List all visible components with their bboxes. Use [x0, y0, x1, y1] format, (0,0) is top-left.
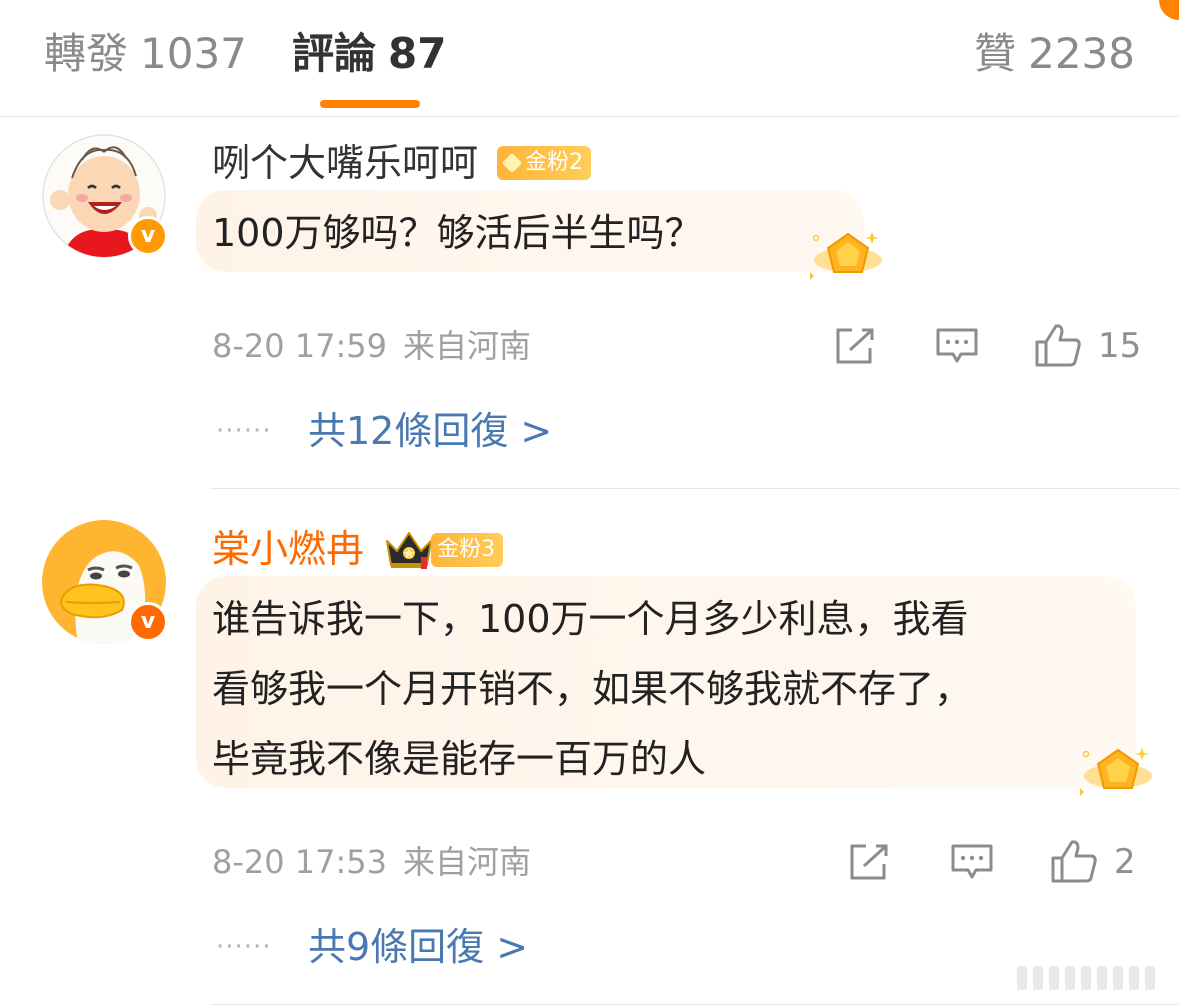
tab-comments-label: 評論: [292, 29, 377, 78]
comment-meta: 8-20 17:53 来自河南: [212, 840, 531, 884]
verified-badge-icon: v: [128, 602, 168, 642]
fan-level-badge-label: 金粉3: [431, 533, 504, 567]
comment-location: 来自河南: [403, 327, 532, 365]
comment-divider: [210, 488, 1179, 489]
avatar[interactable]: v: [42, 520, 168, 644]
comment-location: 来自河南: [403, 843, 532, 881]
fan-level-badge[interactable]: 金粉2: [497, 146, 592, 180]
reply-count-link: 共12條回復 >: [308, 409, 553, 453]
view-replies-link[interactable]: ······ 共12條回復 >: [216, 406, 552, 456]
like-count[interactable]: 2: [1114, 840, 1136, 884]
active-tab-indicator: [320, 100, 420, 108]
comment-icon[interactable]: [935, 326, 979, 366]
gold-gem-icon: [810, 232, 882, 280]
comment-time: 8-20 17:53: [212, 843, 388, 881]
fan-badge-label: 金粉3: [437, 537, 496, 562]
watermark-image: [1017, 966, 1155, 990]
comment-icon[interactable]: [950, 842, 994, 882]
tab-bar: 轉發 1037 評論 87 贊 2238: [0, 0, 1179, 117]
verified-badge-icon: v: [128, 216, 168, 256]
tab-likes-label: 贊: [974, 29, 1017, 78]
comment-text: 谁告诉我一下，100万一个月多少利息，我看 看够我一个月开销不，如果不够我就不存…: [212, 597, 973, 781]
tab-repost[interactable]: 轉發 1037: [44, 26, 247, 82]
share-icon[interactable]: [848, 842, 892, 882]
view-replies-link[interactable]: ······ 共9條回復 >: [216, 922, 528, 972]
username[interactable]: 棠小燃冉: [212, 524, 364, 574]
thumbs-up-icon[interactable]: [1034, 322, 1082, 368]
gold-gem-icon: [1080, 748, 1152, 796]
reply-dots: ······: [216, 932, 272, 962]
reply-count-link: 共9條回復 >: [308, 925, 529, 969]
name-row: 咧个大嘴乐呵呵 金粉2: [212, 138, 592, 188]
tab-repost-count: 1037: [140, 29, 247, 78]
reply-dots: ······: [216, 416, 272, 446]
avatar[interactable]: v: [42, 134, 168, 258]
comment-time: 8-20 17:59: [212, 327, 388, 365]
thumbs-up-icon[interactable]: [1050, 838, 1098, 884]
comment-divider: [210, 1004, 1179, 1005]
username[interactable]: 咧个大嘴乐呵呵: [212, 138, 478, 188]
tab-repost-label: 轉發: [44, 29, 129, 78]
share-icon[interactable]: [834, 326, 878, 366]
crown-icon: [386, 532, 433, 569]
tab-likes-count: 2238: [1028, 29, 1135, 78]
gem-icon: [501, 152, 523, 174]
tab-comments-count: 87: [388, 29, 447, 78]
name-row: 棠小燃冉 金粉3: [212, 524, 504, 574]
tab-likes[interactable]: 贊 2238: [974, 26, 1135, 82]
tab-comments[interactable]: 評論 87: [292, 26, 446, 82]
like-count[interactable]: 15: [1098, 324, 1141, 368]
fan-level-badge[interactable]: 金粉3: [383, 529, 504, 569]
comment-text: 100万够吗？够活后半生吗？: [212, 211, 703, 255]
comment-meta: 8-20 17:59 来自河南: [212, 324, 531, 368]
fan-badge-label: 金粉2: [525, 150, 584, 175]
